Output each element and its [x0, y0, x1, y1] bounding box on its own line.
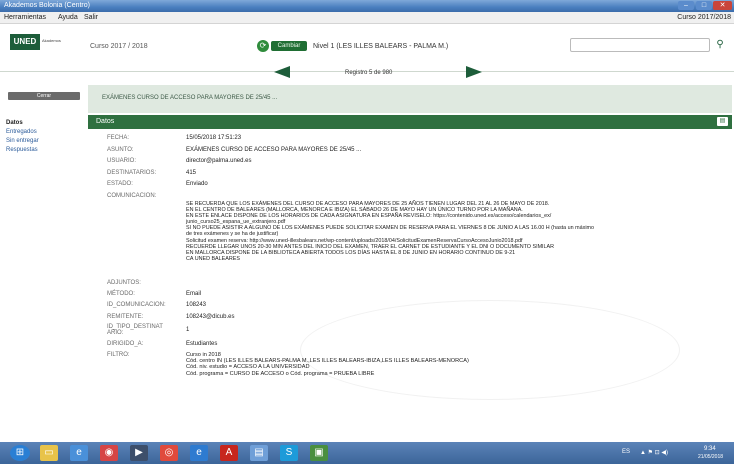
label-comunicacion: COMUNICACION: [107, 193, 157, 199]
value-usuario: director@palma.uned.es [186, 158, 252, 164]
chrome-icon[interactable]: ◎ [160, 445, 178, 461]
app-icon[interactable]: ▣ [310, 445, 328, 461]
menu-ayuda[interactable]: Ayuda [58, 12, 78, 24]
value-metodo: Email [186, 291, 202, 297]
print-icon[interactable]: ▤ [717, 117, 728, 126]
sidebar-item-entregados[interactable]: Entregados [6, 129, 37, 135]
value-dirigido: Estudiantes [186, 341, 218, 347]
close-button[interactable]: Cerrar [8, 92, 80, 100]
value-estado: Enviado [186, 181, 208, 187]
label-adjuntos: ADJUNTOS: [107, 280, 141, 286]
menu-salir[interactable]: Salir [84, 12, 98, 24]
media-player-icon[interactable]: ▶ [130, 445, 148, 461]
panel-title: Datos [96, 118, 115, 125]
record-navigation: Registro 5 de 980 [0, 62, 734, 84]
label-id-comunicacion: ID_COMUNICACION: [107, 302, 166, 308]
pdf-reader-icon[interactable]: A [220, 445, 238, 461]
edge-icon[interactable]: e [190, 445, 208, 461]
filter-body: Curso in 2018 Cód. centro IN (LES ILLES … [186, 352, 706, 377]
value-asunto: EXÁMENES CURSO DE ACCESO PARA MAYORES DE… [186, 147, 362, 153]
label-destinatarios: DESTINATARIOS: [107, 170, 157, 176]
minimize-button[interactable]: – [678, 1, 694, 10]
search-input[interactable] [570, 38, 710, 52]
maximize-button[interactable]: □ [696, 1, 712, 10]
course-label: Curso 2017 / 2018 [90, 43, 148, 50]
language-indicator[interactable]: ES [622, 449, 630, 455]
document-icon[interactable]: ▤ [250, 445, 268, 461]
filter-line: Cód. programa = CURSO DE ACCESO o Cód. p… [186, 370, 375, 377]
value-id-comunicacion: 108243 [186, 302, 207, 308]
value-remitente: 108243@dicub.es [186, 314, 235, 320]
label-estado: ESTADO: [107, 181, 133, 187]
menu-bar: Herramientas Ayuda Salir Curso 2017/2018 [0, 12, 734, 24]
taskbar: ⊞ ▭ e ◉ ▶ ◎ e A ▤ S ▣ ES ▲ ⚑ ⊡ ◀) 9:34 2… [0, 442, 734, 464]
datos-panel-header: Datos ▤ [88, 115, 732, 129]
subject-banner: EXÁMENES CURSO DE ACCESO PARA MAYORES DE… [88, 85, 732, 113]
clock-date[interactable]: 21/05/2018 [698, 454, 723, 460]
search-icon[interactable]: ⚲ [713, 38, 727, 52]
window-titlebar: Akademos Bolonia (Centro) – □ ✕ [0, 0, 734, 12]
internet-explorer-icon[interactable]: e [70, 445, 88, 461]
communication-line: CA UNED BALEARES [186, 255, 240, 262]
value-fecha: 15/05/2018 17:51:23 [186, 135, 242, 141]
record-counter: Registro 5 de 980 [345, 70, 393, 76]
background-watermark [300, 300, 680, 400]
logo-subtext: Akademos [42, 38, 61, 43]
uned-logo: UNED Akademos [10, 34, 74, 50]
label-remitente: REMITENTE: [107, 314, 144, 320]
logo-mark: UNED [10, 34, 40, 50]
window-title: Akademos Bolonia (Centro) [4, 2, 90, 9]
label-id-tipo-destinatario-cont: ARIO: [107, 330, 124, 336]
label-metodo: MÉTODO: [107, 291, 135, 297]
level-label: Nivel 1 (LES ILLES BALEARS - PALMA M.) [313, 43, 449, 50]
course-indicator: Curso 2017/2018 [677, 14, 731, 21]
file-explorer-icon[interactable]: ▭ [40, 445, 58, 461]
label-fecha: FECHA: [107, 135, 130, 141]
skype-icon[interactable]: S [280, 445, 298, 461]
sidebar-item-sin-entregar[interactable]: Sin entregar [6, 138, 39, 144]
refresh-icon[interactable]: ⟳ [257, 40, 269, 52]
next-record-arrow-icon[interactable] [466, 66, 482, 78]
label-filtro: FILTRO: [107, 352, 130, 358]
tray-icons[interactable]: ▲ ⚑ ⊡ ◀) [640, 449, 668, 456]
previous-record-arrow-icon[interactable] [274, 66, 290, 78]
value-id-tipo-destinatario: 1 [186, 327, 190, 333]
sidebar-item-datos[interactable]: Datos [6, 120, 23, 126]
label-asunto: ASUNTO: [107, 147, 134, 153]
communication-body: SE RECUERDA QUE LOS EXÁMENES DEL CURSO D… [186, 201, 716, 262]
close-window-button[interactable]: ✕ [713, 1, 732, 10]
value-destinatarios: 415 [186, 170, 197, 176]
menu-herramientas[interactable]: Herramientas [4, 12, 46, 24]
label-dirigido: DIRIGIDO_A: [107, 341, 144, 347]
clock-time[interactable]: 9:34 [704, 446, 716, 452]
start-button-icon[interactable]: ⊞ [10, 445, 30, 461]
banner-title: EXÁMENES CURSO DE ACCESO PARA MAYORES DE… [102, 95, 278, 101]
sidebar-item-respuestas[interactable]: Respuestas [6, 147, 38, 153]
firefox-icon[interactable]: ◉ [100, 445, 118, 461]
label-usuario: USUARIO: [107, 158, 137, 164]
change-button[interactable]: Cambiar [271, 41, 307, 51]
